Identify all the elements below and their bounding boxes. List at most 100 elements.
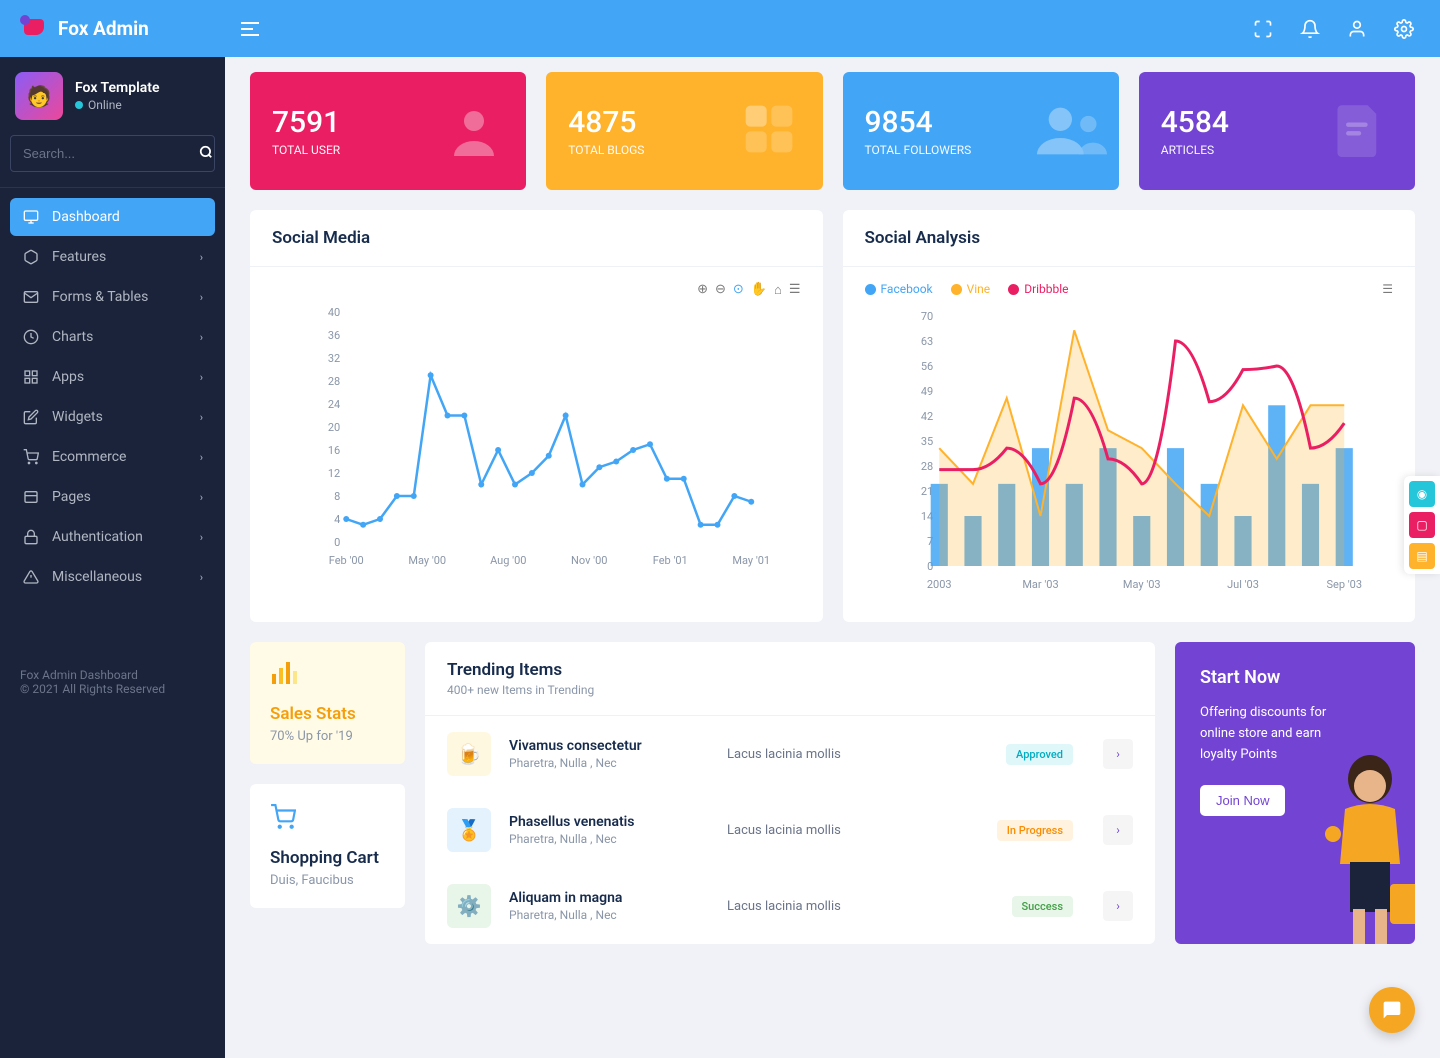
social-media-title: Social Media <box>272 228 801 248</box>
chart-legend: Facebook Vine Dribbble ☰ <box>865 282 1394 296</box>
nav-label: Ecommerce <box>52 449 126 465</box>
logo-area[interactable]: Fox Admin <box>0 15 225 43</box>
reset-zoom-icon[interactable]: ⌂ <box>774 282 782 298</box>
stat-label: TOTAL USER <box>272 143 340 157</box>
svg-text:36: 36 <box>328 329 340 342</box>
shopping-cart-title: Shopping Cart <box>270 848 385 868</box>
svg-text:0: 0 <box>334 536 340 549</box>
nav-item-ecommerce[interactable]: Ecommerce › <box>10 438 215 476</box>
pan-icon[interactable]: ✋ <box>751 282 767 298</box>
stat-card-articles[interactable]: 4584ARTICLES <box>1139 72 1415 190</box>
legend-item-facebook[interactable]: Facebook <box>865 282 933 296</box>
bell-icon[interactable] <box>1299 18 1321 40</box>
trending-sub: 400+ new Items in Trending <box>447 683 1133 697</box>
chevron-right-icon: › <box>200 531 203 544</box>
nav-item-miscellaneous[interactable]: Miscellaneous› <box>10 558 215 596</box>
trending-item-sub: Pharetra, Nulla , Nec <box>509 832 709 846</box>
svg-text:May '01: May '01 <box>732 554 770 567</box>
grid-icon <box>22 369 40 385</box>
legend-item-vine[interactable]: Vine <box>951 282 991 296</box>
svg-text:16: 16 <box>328 444 340 457</box>
trending-item-desc: Lacus lacinia mollis <box>727 823 979 838</box>
nav-item-authentication[interactable]: Authentication› <box>10 518 215 556</box>
cube-icon <box>22 249 40 265</box>
sales-stats-title: Sales Stats <box>270 704 385 724</box>
clock-icon <box>22 329 40 345</box>
trending-item-icon: 🏅 <box>447 808 491 852</box>
svg-text:70: 70 <box>920 310 932 323</box>
svg-text:32: 32 <box>328 352 340 365</box>
stat-card-total-user[interactable]: 7591 TOTAL USER <box>250 72 526 190</box>
nav-item-widgets[interactable]: Widgets› <box>10 398 215 436</box>
svg-text:May '03: May '03 <box>1122 578 1160 591</box>
zoom-selection-icon[interactable]: ⊙ <box>733 282 744 298</box>
stat-value: 9854 <box>865 105 972 140</box>
stat-card-total-followers[interactable]: 9854 TOTAL FOLLOWERS <box>843 72 1119 190</box>
topbar-right <box>1252 18 1440 40</box>
stat-value: 7591 <box>272 105 340 140</box>
main-content: 7591 TOTAL USER 4875TOTAL BLOGS 9854 TOTAL F… <box>225 57 1440 959</box>
social-analysis-card: Social Analysis FacebookVineDribbble☰ 07… <box>843 210 1416 622</box>
theme-option-1[interactable]: ◉ <box>1409 481 1435 507</box>
lock-icon <box>22 529 40 545</box>
monitor-icon <box>22 209 40 225</box>
stat-card-total-blogs[interactable]: 4875TOTAL BLOGS <box>546 72 822 190</box>
chart-menu-icon[interactable]: ☰ <box>789 282 801 298</box>
nav-item-forms-tables[interactable]: Forms & Tables› <box>10 278 215 316</box>
search-input[interactable] <box>23 146 199 161</box>
trending-item-desc: Lacus lacinia mollis <box>727 899 994 914</box>
svg-text:4: 4 <box>334 513 340 526</box>
social-media-card: Social Media ⊕ ⊖ ⊙ ✋ ⌂ ☰ 048121620242832… <box>250 210 823 622</box>
chevron-right-icon: › <box>200 451 203 464</box>
topbar: Fox Admin <box>0 0 1440 57</box>
trending-item: 🏅 Phasellus venenatis Pharetra, Nulla , N… <box>425 792 1155 868</box>
theme-option-3[interactable]: ▤ <box>1409 543 1435 569</box>
user-icon[interactable] <box>1346 18 1368 40</box>
chevron-right-icon: › <box>200 411 203 424</box>
nav-label: Miscellaneous <box>52 569 142 585</box>
status-badge: Approved <box>1006 744 1073 765</box>
nav-item-charts[interactable]: Charts› <box>10 318 215 356</box>
sales-stats-card[interactable]: Sales Stats 70% Up for '19 <box>250 642 405 764</box>
trending-item-title: Vivamus consectetur <box>509 738 709 754</box>
user-status: Online <box>75 98 159 112</box>
nav-item-pages[interactable]: Pages› <box>10 478 215 516</box>
search-icon[interactable] <box>199 144 213 163</box>
user-name: Fox Template <box>75 80 159 96</box>
chat-fab[interactable] <box>1369 987 1415 1033</box>
svg-text:May '00: May '00 <box>408 554 446 567</box>
trending-item-title: Phasellus venenatis <box>509 814 709 830</box>
theme-widgets: ◉ ▢ ▤ <box>1404 476 1440 574</box>
stat-label: TOTAL FOLLOWERS <box>865 143 972 157</box>
social-media-chart: 0481216202428323640Feb '00May '00Aug '00… <box>272 282 801 572</box>
nav-item-apps[interactable]: Apps› <box>10 358 215 396</box>
fullscreen-icon[interactable] <box>1252 18 1274 40</box>
nav-item-dashboard[interactable]: Dashboard <box>10 198 215 236</box>
user-profile[interactable]: 🧑 Fox Template Online <box>0 57 225 135</box>
sidebar-toggle-button[interactable] <box>225 0 275 57</box>
settings-icon[interactable] <box>1393 18 1415 40</box>
shopping-cart-card[interactable]: Shopping Cart Duis, Faucibus <box>250 784 405 908</box>
svg-text:56: 56 <box>920 360 932 373</box>
svg-text:Mar '03: Mar '03 <box>1022 578 1058 591</box>
svg-text:35: 35 <box>920 435 932 448</box>
zoom-in-icon[interactable]: ⊕ <box>697 282 708 298</box>
svg-text:63: 63 <box>920 335 932 348</box>
chevron-right-icon: › <box>200 371 203 384</box>
theme-option-2[interactable]: ▢ <box>1409 512 1435 538</box>
chart-menu-icon[interactable]: ☰ <box>1382 282 1393 296</box>
nav-item-features[interactable]: Features› <box>10 238 215 276</box>
join-now-button[interactable]: Join Now <box>1200 785 1285 816</box>
trending-item-arrow[interactable]: › <box>1103 891 1133 921</box>
status-badge: Success <box>1012 896 1073 917</box>
stat-value: 4584 <box>1161 105 1229 140</box>
cart-icon <box>22 449 40 465</box>
trending-title: Trending Items <box>447 660 1133 680</box>
legend-item-dribbble[interactable]: Dribbble <box>1008 282 1068 296</box>
zoom-out-icon[interactable]: ⊖ <box>715 282 726 298</box>
logo-icon <box>20 15 48 43</box>
trending-card: Trending Items 400+ new Items in Trendin… <box>425 642 1155 944</box>
trending-item-arrow[interactable]: › <box>1103 739 1133 769</box>
chevron-right-icon: › <box>200 251 203 264</box>
trending-item-arrow[interactable]: › <box>1103 815 1133 845</box>
